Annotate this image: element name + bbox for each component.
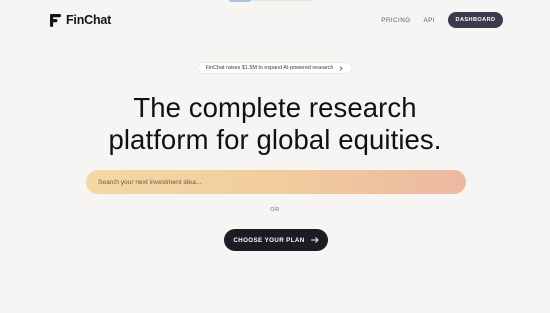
nav-link-api[interactable]: API — [424, 17, 435, 24]
announcement-text: FinChat raises $1.5M to expand AI-powere… — [205, 65, 334, 71]
headline-line-2: platform for global equities. — [108, 124, 442, 155]
choose-plan-label: CHOOSE YOUR PLAN — [233, 236, 305, 244]
choose-plan-button[interactable]: CHOOSE YOUR PLAN — [224, 229, 328, 251]
arrow-right-icon — [310, 237, 319, 243]
top-scroll-accent — [229, 0, 251, 2]
announcement-pill[interactable]: FinChat raises $1.5M to expand AI-powere… — [197, 62, 353, 74]
nav-link-pricing[interactable]: PRICING — [381, 17, 410, 24]
dashboard-button[interactable]: DASHBOARD — [448, 12, 503, 28]
brand-logo[interactable]: FinChat — [50, 12, 111, 28]
finchat-logo-icon — [50, 13, 61, 27]
search-input[interactable] — [86, 170, 466, 194]
top-scroll-track — [252, 0, 312, 1]
or-divider: OR — [270, 207, 280, 213]
top-nav: PRICING API DASHBOARD — [381, 12, 503, 28]
headline-line-1: The complete research — [133, 92, 417, 123]
brand-name: FinChat — [66, 13, 112, 27]
chevron-right-icon — [339, 65, 343, 71]
hero-headline: The complete research platform for globa… — [0, 92, 550, 156]
